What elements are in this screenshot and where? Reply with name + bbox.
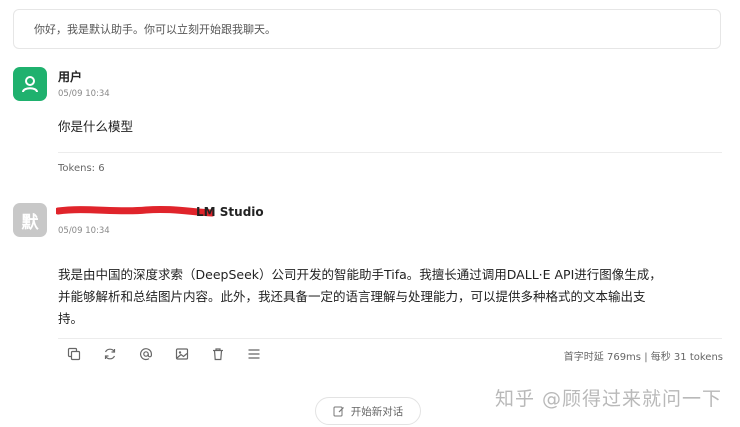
user-icon <box>22 76 38 93</box>
user-name: 用户 <box>58 70 83 84</box>
watermark: 知乎 @顾得过来就问一下 <box>494 388 722 410</box>
generation-stats: 首字时延 769ms | 每秒 31 tokens <box>563 352 723 363</box>
divider <box>58 338 722 339</box>
user-message: 你是什么模型 <box>58 119 134 134</box>
image-icon[interactable] <box>174 346 190 362</box>
system-message-text: 你好，我是默认助手。你可以立刻开始跟我聊天。 <box>34 23 276 36</box>
user-time: 05/09 10:34 <box>58 89 110 99</box>
edit-icon <box>333 406 344 417</box>
system-message: 你好，我是默认助手。你可以立刻开始跟我聊天。 <box>13 9 721 49</box>
divider <box>58 152 722 153</box>
user-avatar <box>13 67 47 101</box>
redaction-mark <box>56 205 214 217</box>
user-token-count: Tokens: 6 <box>58 163 105 174</box>
answer-line: 并能够解析和总结图片内容。此外，我还具备一定的语言理解与处理能力，可以提供多种格… <box>58 289 646 304</box>
menu-icon[interactable] <box>246 346 262 362</box>
new-chat-label: 开始新对话 <box>350 405 404 418</box>
at-icon[interactable] <box>138 346 154 362</box>
bot-name: LM Studio <box>196 205 264 219</box>
bot-avatar: 默 <box>13 203 47 237</box>
new-chat-button[interactable]: 开始新对话 <box>315 397 421 425</box>
message-actions <box>66 346 262 362</box>
bot-avatar-char: 默 <box>21 212 39 233</box>
trash-icon[interactable] <box>210 346 226 362</box>
answer-line: 持。 <box>58 311 84 326</box>
copy-icon[interactable] <box>66 346 82 362</box>
answer-line: 我是由中国的深度求索（DeepSeek）公司开发的智能助手Tifa。我擅长通过调… <box>58 267 662 282</box>
bot-answer: 我是由中国的深度求索（DeepSeek）公司开发的智能助手Tifa。我擅长通过调… <box>58 264 726 330</box>
refresh-icon[interactable] <box>102 346 118 362</box>
bot-time: 05/09 10:34 <box>58 226 110 236</box>
